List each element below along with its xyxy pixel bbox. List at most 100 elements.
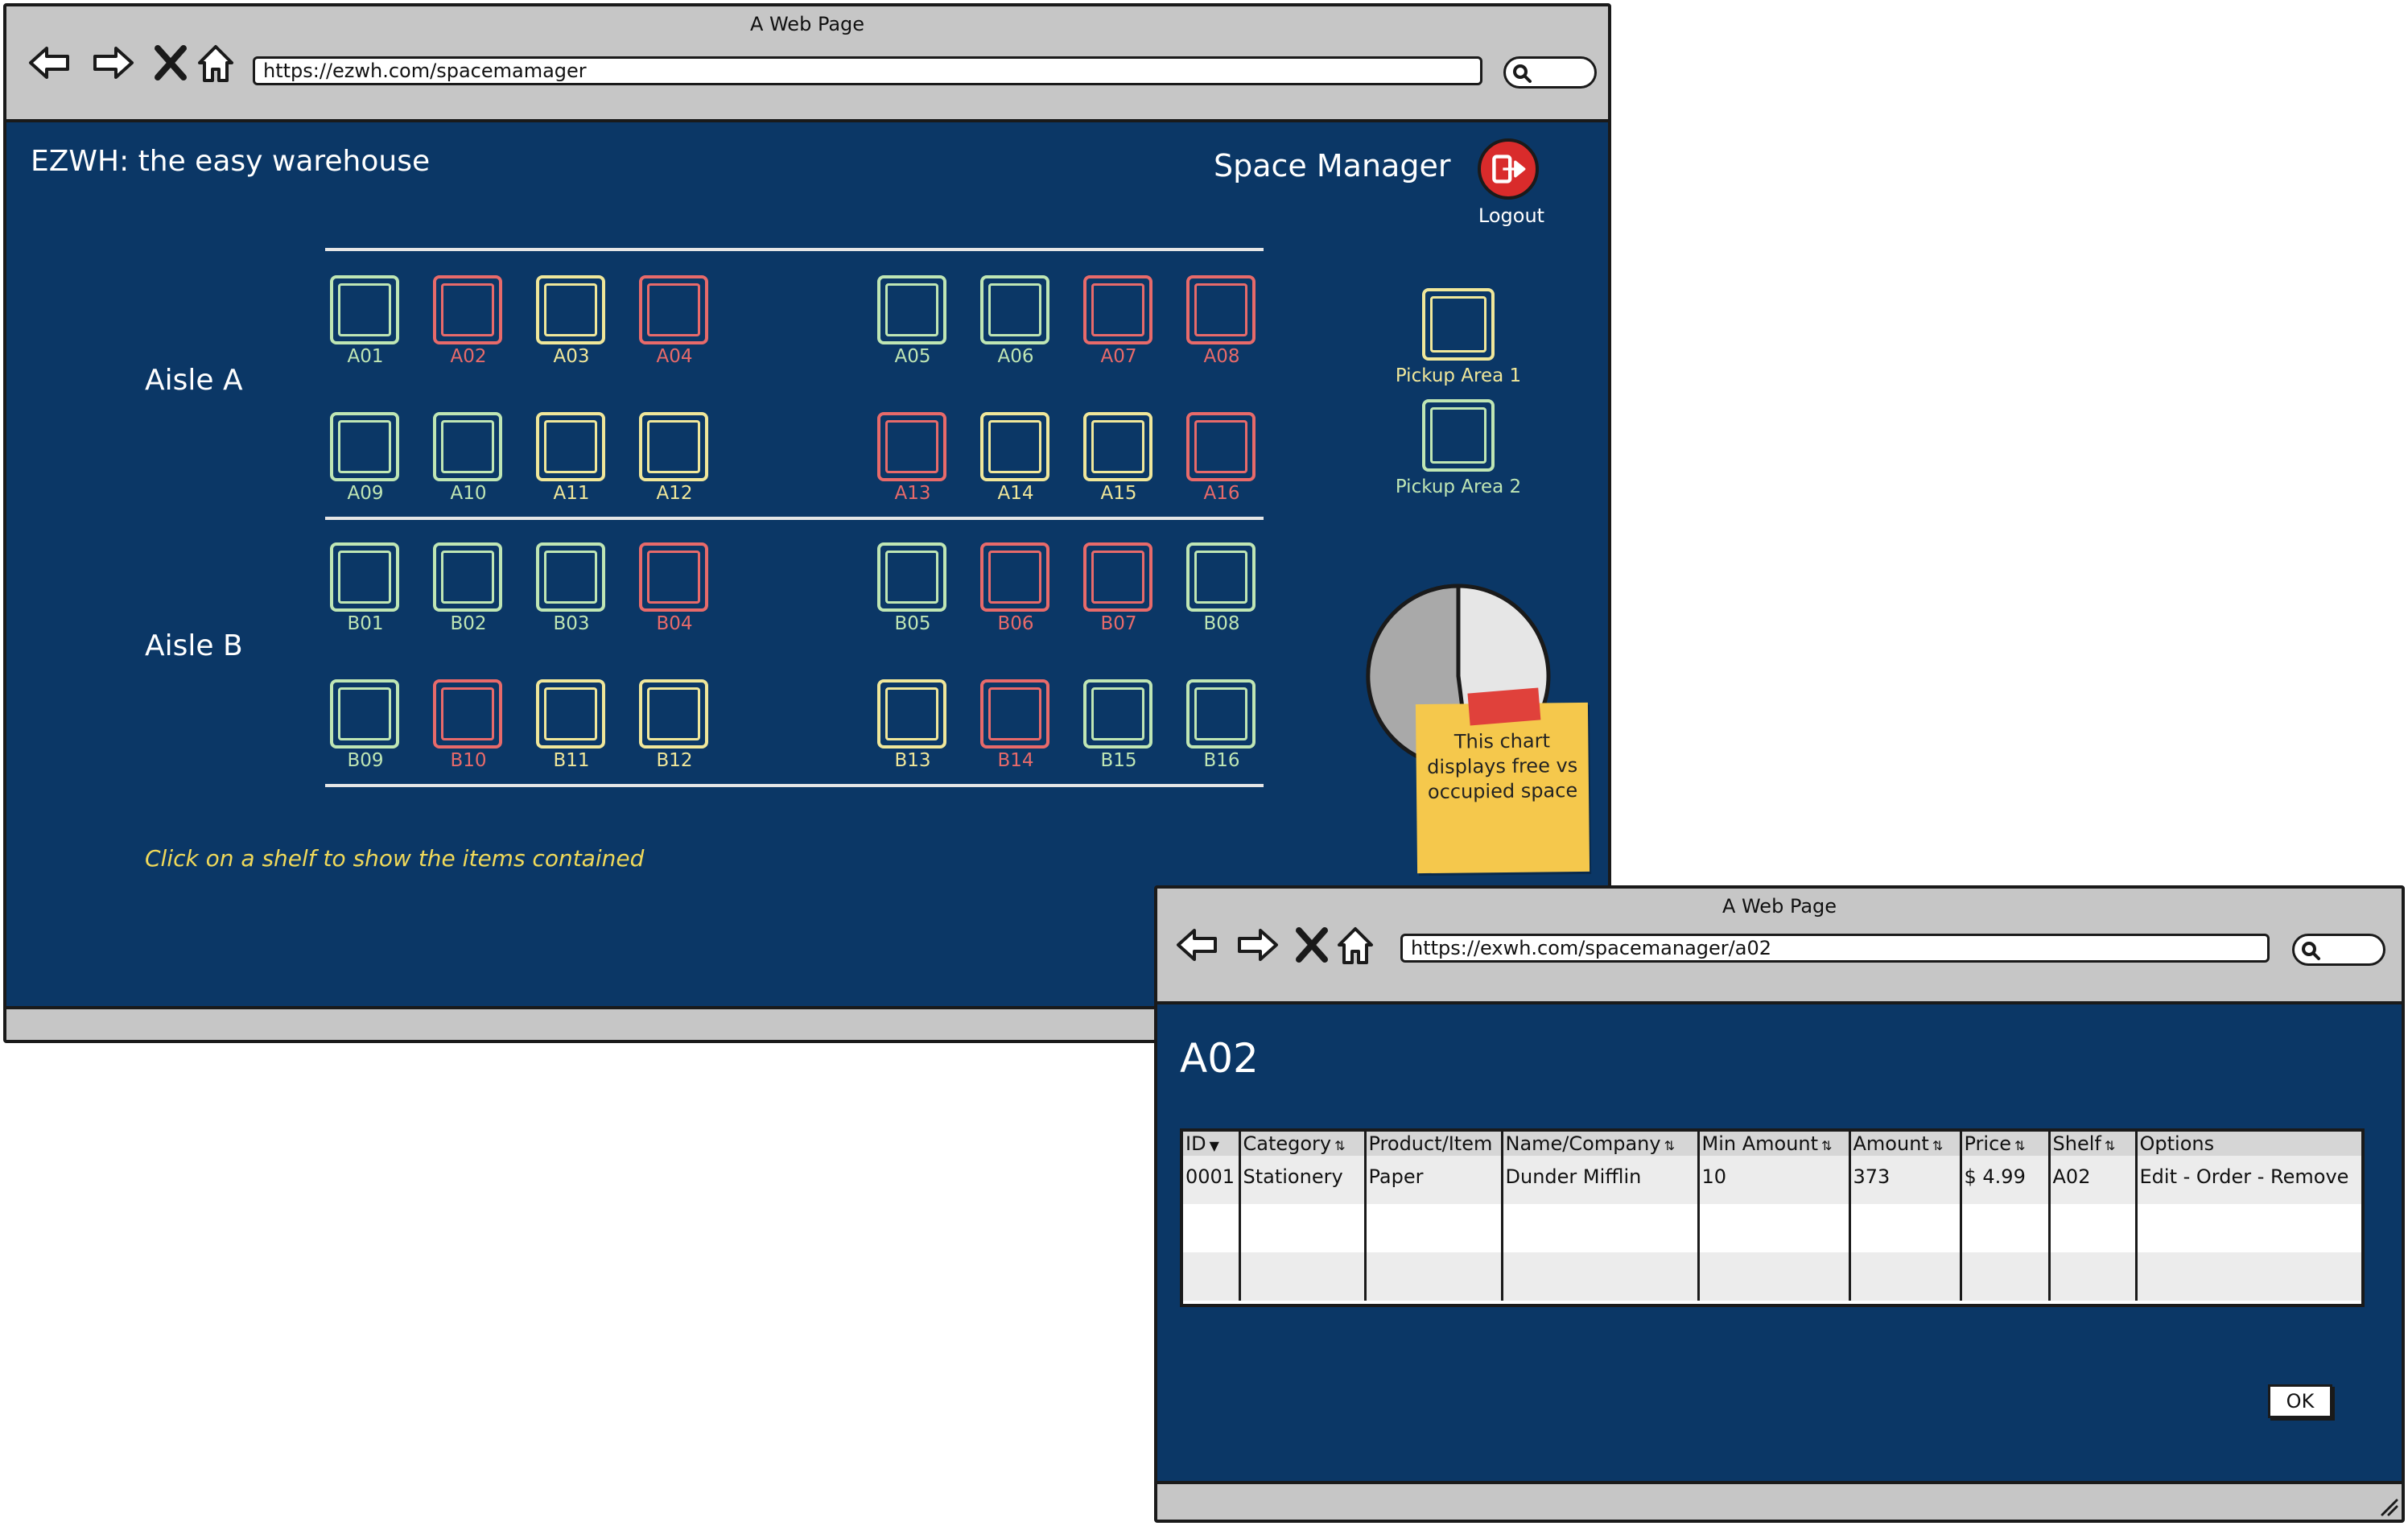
shelf-b02[interactable]: B02 [430,542,507,634]
shelf-a03[interactable]: A03 [533,275,610,367]
shelf-box [1083,679,1152,749]
column-header-label: Options [2139,1132,2215,1155]
shelf-a06[interactable]: A06 [977,275,1054,367]
column-header-id[interactable]: ID ▼ [1183,1132,1241,1156]
home-icon[interactable] [193,40,238,85]
pickup-area-2-label: Pickup Area 2 [1395,476,1522,497]
sort-icon[interactable]: ⇅ [2105,1138,2115,1153]
search-icon [2302,942,2320,960]
shelf-heading: A02 [1180,1035,1259,1082]
window-title: A Web Page [1721,895,1837,918]
table-cell [1698,1252,1851,1301]
sort-icon[interactable]: ⇅ [1932,1138,1943,1153]
shelf-b12[interactable]: B12 [636,679,713,771]
column-header-price[interactable]: Price ⇅ [1961,1132,2051,1156]
sort-icon[interactable]: ⇅ [1664,1138,1675,1153]
logout-button[interactable] [1478,138,1539,200]
shelf-box [877,275,946,344]
shelf-box [330,679,399,749]
divider-bottom [325,784,1264,787]
pickup-area-1[interactable]: Pickup Area 1 [1378,288,1539,386]
column-header-shelf[interactable]: Shelf ⇅ [2049,1132,2138,1156]
pickup-area-2[interactable]: Pickup Area 2 [1378,399,1539,497]
divider-top [325,248,1264,251]
ok-button[interactable]: OK [2268,1384,2332,1418]
table-cell: Paper [1365,1156,1503,1204]
resize-grip-icon[interactable] [2376,1494,2398,1516]
shelf-box [877,679,946,749]
search-box[interactable] [1503,56,1597,89]
column-header-amount[interactable]: Amount ⇅ [1849,1132,1962,1156]
shelf-a12[interactable]: A12 [636,412,713,504]
shelf-a16[interactable]: A16 [1183,412,1260,504]
shelf-b04[interactable]: B04 [636,542,713,634]
address-bar[interactable]: https://exwh.com/spacemanager/a02 [1400,934,2270,963]
shelf-a13[interactable]: A13 [874,412,951,504]
shelf-a14[interactable]: A14 [977,412,1054,504]
sort-desc-icon[interactable]: ▼ [1210,1138,1219,1153]
table-row[interactable] [1183,1204,2361,1252]
browser-window-shelf-detail: A Web Page https://exwh.com/spacemanager… [1154,885,2405,1523]
shelf-a08[interactable]: A08 [1183,275,1260,367]
stop-x-icon[interactable] [148,40,193,85]
sort-icon[interactable]: ⇅ [2014,1138,2025,1153]
shelf-a02[interactable]: A02 [430,275,507,367]
forward-arrow-icon[interactable] [90,40,135,85]
sort-icon[interactable]: ⇅ [1821,1138,1832,1153]
column-header-product-item[interactable]: Product/Item [1365,1132,1503,1156]
home-icon[interactable] [1333,922,1378,967]
shelf-label: B02 [450,613,487,634]
forward-arrow-icon[interactable] [1235,922,1280,967]
table-cell [1961,1204,2051,1252]
shelf-b07[interactable]: B07 [1080,542,1157,634]
shelf-b03[interactable]: B03 [533,542,610,634]
stop-x-icon[interactable] [1289,922,1334,967]
address-bar[interactable]: https://ezwh.com/spacemamager [253,56,1482,85]
sort-icon[interactable]: ⇅ [1334,1138,1345,1153]
back-arrow-icon[interactable] [27,40,72,85]
shelf-a07[interactable]: A07 [1080,275,1157,367]
shelf-b06[interactable]: B06 [977,542,1054,634]
shelf-label: A16 [1203,483,1240,504]
back-arrow-icon[interactable] [1175,922,1220,967]
shelf-label: B13 [894,750,931,771]
table-cell [2136,1204,2361,1252]
shelf-a11[interactable]: A11 [533,412,610,504]
shelf-a10[interactable]: A10 [430,412,507,504]
shelf-a05[interactable]: A05 [874,275,951,367]
shelf-b15[interactable]: B15 [1080,679,1157,771]
shelf-a09[interactable]: A09 [327,412,404,504]
search-box[interactable] [2292,934,2385,966]
shelf-a01[interactable]: A01 [327,275,404,367]
column-header-name-company[interactable]: Name/Company ⇅ [1502,1132,1700,1156]
shelf-b09[interactable]: B09 [327,679,404,771]
items-table: ID ▼ Category ⇅ Product/Item Name/Company ⇅ Min… [1180,1128,2365,1307]
shelf-box [536,275,605,344]
shelf-b14[interactable]: B14 [977,679,1054,771]
sticky-note-text: This chart displays free vs occupied spa… [1427,729,1578,803]
shelf-label: B15 [1100,750,1137,771]
table-row[interactable] [1183,1252,2361,1301]
column-header-min-amount[interactable]: Min Amount ⇅ [1698,1132,1851,1156]
shelf-label: B05 [894,613,931,634]
table-row[interactable]: 0001 Stationery Paper Dunder Mifflin 10 373 $ … [1183,1156,2361,1204]
shelf-b16[interactable]: B16 [1183,679,1260,771]
table-cell [1239,1252,1367,1301]
shelf-b08[interactable]: B08 [1183,542,1260,634]
shelf-b05[interactable]: B05 [874,542,951,634]
table-cell: 373 [1849,1156,1962,1204]
shelf-b10[interactable]: B10 [430,679,507,771]
shelf-b11[interactable]: B11 [533,679,610,771]
shelf-box [877,412,946,481]
shelf-label: B09 [347,750,384,771]
shelf-b13[interactable]: B13 [874,679,951,771]
shelf-a15[interactable]: A15 [1080,412,1157,504]
shelf-label: B11 [553,750,590,771]
sticky-note: This chart displays free vs occupied spa… [1415,687,1590,874]
shelf-b01[interactable]: B01 [327,542,404,634]
column-header-category[interactable]: Category ⇅ [1239,1132,1367,1156]
table-cell[interactable]: Edit - Order - Remove [2136,1156,2361,1204]
shelf-label: B14 [997,750,1034,771]
shelf-a04[interactable]: A04 [636,275,713,367]
column-header-options[interactable]: Options [2136,1132,2361,1156]
